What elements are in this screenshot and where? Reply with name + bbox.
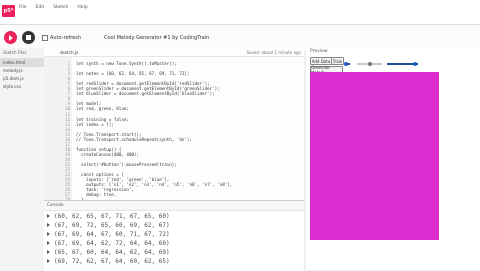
menu-file[interactable]: File (19, 5, 27, 10)
train-button[interactable]: Train (331, 57, 344, 65)
auto-refresh-label: Auto-refresh (50, 35, 82, 41)
code-line[interactable]: let index = []; (76, 122, 114, 127)
menu-bar: File Edit Sketch Help (19, 5, 88, 10)
console-line: (60, 62, 65, 67, 71, 67, 65, 60) (54, 213, 170, 220)
console-line: (67, 69, 64, 62, 72, 64, 64, 60) (54, 240, 170, 247)
expand-arrow-icon[interactable] (47, 232, 50, 236)
green-slider-thumb[interactable] (367, 61, 372, 66)
stop-icon[interactable] (22, 31, 35, 44)
sidebar-file-melody[interactable]: melody.js (0, 67, 44, 75)
editor-tab: sketch.js Saved: about 1 minute ago (44, 48, 304, 57)
blue-slider-thumb[interactable] (412, 61, 417, 66)
p5-logo[interactable]: p5* (2, 5, 15, 17)
console-line: (65, 67, 60, 64, 64, 62, 64, 69) (54, 249, 170, 256)
expand-arrow-icon[interactable] (47, 223, 50, 227)
menu-help[interactable]: Help (77, 5, 87, 10)
code-editor[interactable]: sketch.js Saved: about 1 minute ago 1 let… (44, 48, 304, 202)
top-bar: p5* File Edit Sketch Help (0, 0, 480, 25)
sidebar: Sketch Files index.html melody.js p5.dom… (0, 48, 45, 270)
expand-arrow-icon[interactable] (47, 241, 50, 245)
code-line[interactable]: // Tone.Transport.scheduleRepeat(synth, … (76, 137, 192, 142)
sidebar-file-index[interactable]: index.html (0, 59, 44, 67)
saved-status: Saved: about 1 minute ago (246, 49, 301, 55)
preview-label: Preview (310, 49, 328, 54)
auto-refresh-checkbox[interactable] (42, 35, 48, 41)
editor-filename[interactable]: sketch.js (60, 50, 78, 55)
expand-arrow-icon[interactable] (47, 214, 50, 218)
expand-arrow-icon[interactable] (47, 259, 50, 263)
menu-sketch[interactable]: Sketch (53, 5, 68, 10)
sketch-canvas[interactable] (310, 72, 439, 240)
sidebar-file-p5dom[interactable]: p5.dom.js (0, 75, 44, 83)
code-line[interactable]: let notes = [60, 62, 64, 65, 67, 69, 71,… (76, 71, 189, 76)
code-line[interactable]: let red, green, blue; (76, 106, 129, 111)
play-icon[interactable] (4, 31, 17, 44)
code-line[interactable]: let blueSlider = document.getElementById… (76, 91, 215, 96)
console-line: (67, 69, 72, 65, 60, 69, 62, 67) (54, 222, 170, 229)
add-data-button[interactable]: Add Data (310, 57, 332, 65)
console-header: Console (44, 201, 304, 211)
expand-arrow-icon[interactable] (47, 250, 50, 254)
console: Console (60, 62, 65, 67, 71, 67, 65, 60)… (44, 200, 304, 271)
sidebar-header: Sketch Files (0, 48, 44, 59)
sidebar-file-style[interactable]: style.css (0, 83, 44, 91)
sketch-name[interactable]: Cool Melody Generator #1 by CodingTrain (104, 35, 209, 41)
console-line: (67, 69, 64, 67, 60, 71, 67, 72) (54, 231, 170, 238)
console-line: (69, 72, 62, 67, 64, 60, 62, 65) (54, 258, 170, 265)
code-line[interactable]: let synth = new Tone.Synth().toMaster(); (76, 61, 177, 66)
auto-refresh[interactable]: Auto-refresh (42, 35, 81, 41)
menu-edit[interactable]: Edit (36, 5, 45, 10)
code-line[interactable]: select('#button').mousePressed(train); (76, 162, 177, 167)
red-slider-thumb[interactable] (344, 61, 348, 66)
code-line[interactable]: createCanvas(400, 400); (76, 152, 139, 157)
